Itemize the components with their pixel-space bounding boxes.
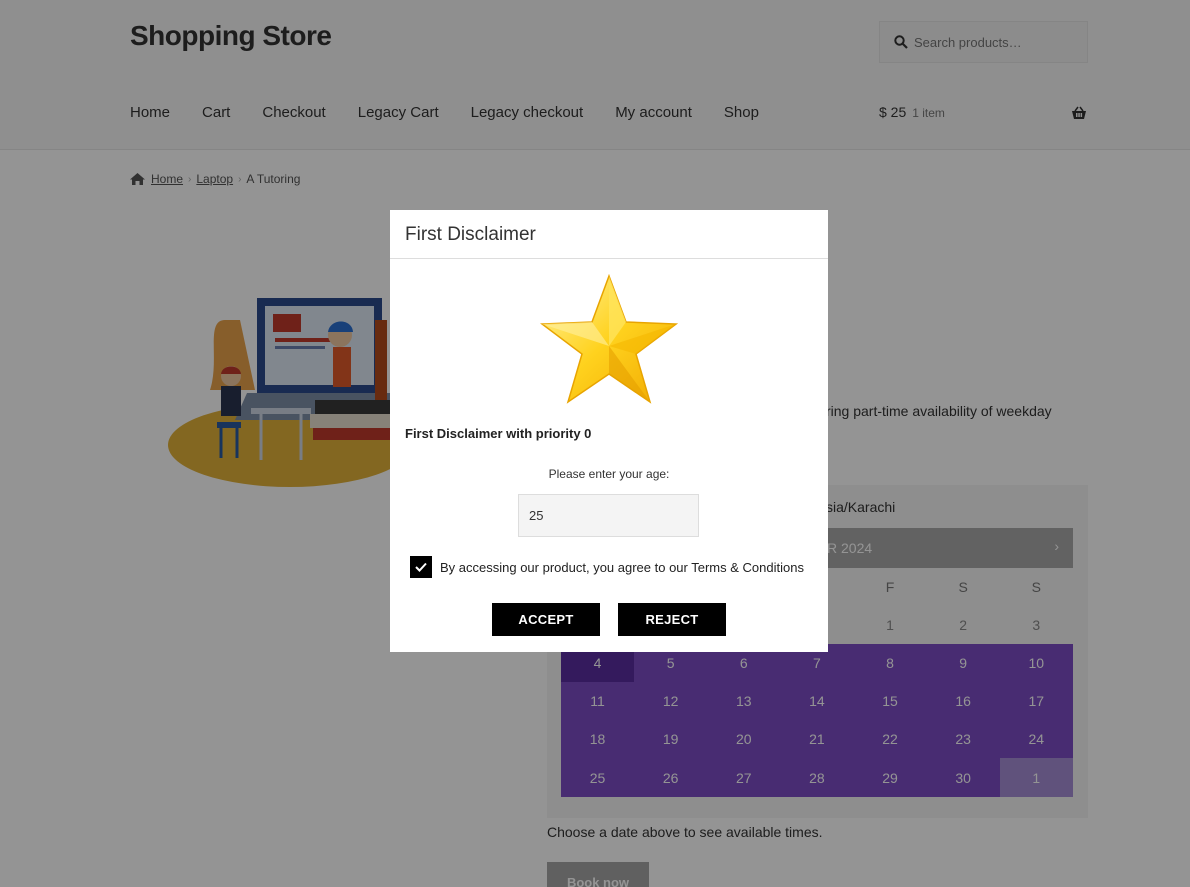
terms-checkbox[interactable] xyxy=(410,556,432,578)
modal-heading: First Disclaimer with priority 0 xyxy=(405,426,592,441)
star-icon xyxy=(540,274,678,404)
age-input[interactable] xyxy=(518,494,699,537)
disclaimer-modal: First Disclaimer First Disclaimer with p… xyxy=(390,210,828,652)
accept-button[interactable]: ACCEPT xyxy=(492,603,600,636)
age-label: Please enter your age: xyxy=(548,467,670,481)
modal-title: First Disclaimer xyxy=(390,210,828,259)
reject-button[interactable]: REJECT xyxy=(618,603,726,636)
terms-agreement: By accessing our product, you agree to o… xyxy=(410,556,804,578)
checkmark-icon xyxy=(415,562,427,572)
terms-text: By accessing our product, you agree to o… xyxy=(440,559,804,575)
